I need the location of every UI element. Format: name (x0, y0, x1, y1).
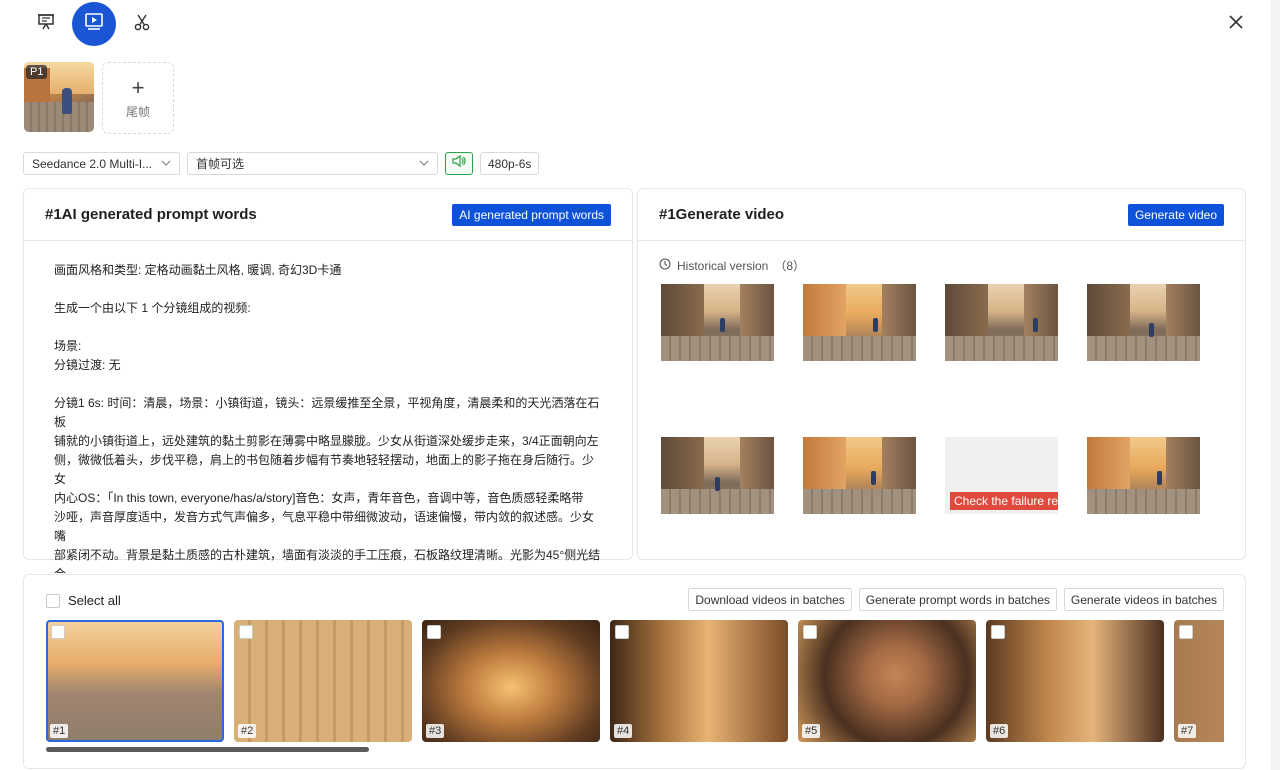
frame-badge: P1 (26, 65, 48, 79)
resolution-duration-tag[interactable]: 480p-6s (480, 152, 540, 175)
presentation-icon (36, 12, 56, 37)
shot-number: #7 (1178, 724, 1197, 738)
shot-card[interactable]: #3 (422, 620, 600, 742)
history-count: （8） (774, 259, 806, 273)
shot-strip: #1 #2 #3 #4 #5 #6 #7 (46, 620, 1224, 742)
history-video-5[interactable] (661, 437, 774, 514)
speaker-icon (451, 154, 467, 173)
shot-checkbox[interactable] (51, 625, 65, 639)
prompt-panel-title: #1AI generated prompt words (45, 206, 257, 223)
history-video-4[interactable] (1087, 284, 1200, 361)
ai-generate-prompt-button[interactable]: AI generated prompt words (452, 203, 611, 226)
checkbox[interactable] (46, 593, 60, 608)
shot-card[interactable]: #2 (234, 620, 412, 742)
mode-toolbar (24, 2, 164, 46)
select-all-checkbox[interactable]: Select all (46, 593, 121, 608)
generation-controls: Seedance 2.0 Multi-I... 首帧可选 480p-6s (23, 152, 540, 175)
select-all-label: Select all (68, 593, 121, 608)
shot-checkbox[interactable] (803, 625, 817, 639)
history-video-1[interactable] (661, 284, 774, 361)
history-video-8[interactable] (1087, 437, 1200, 514)
prompt-panel-header: #1AI generated prompt words AI generated… (24, 189, 632, 241)
generate-video-button[interactable]: Generate video (1127, 203, 1224, 226)
prompt-panel: #1AI generated prompt words AI generated… (23, 188, 633, 638)
shot-number: #1 (50, 724, 69, 738)
plus-icon: + (131, 74, 145, 100)
shot-card[interactable]: #7 (1174, 620, 1224, 742)
add-end-frame-label: 尾帧 (125, 104, 150, 119)
batch-panel: Select all Download videos in batches Ge… (23, 574, 1246, 769)
sound-toggle[interactable] (445, 152, 473, 175)
close-button[interactable] (1222, 10, 1250, 38)
generate-videos-batch-button[interactable]: Generate videos in batches (1063, 588, 1224, 611)
presentation-mode-button[interactable] (24, 2, 68, 46)
scissors-icon (132, 12, 152, 37)
shot-checkbox[interactable] (615, 625, 629, 639)
check-failure-reason-label[interactable]: Check the failure rea (950, 492, 1058, 510)
history-video-failed[interactable]: Check the failure rea (945, 437, 1058, 514)
shot-number: #6 (990, 724, 1009, 738)
video-panel-header: #1Generate video Generate video (638, 189, 1245, 241)
generate-prompts-batch-button[interactable]: Generate prompt words in batches (858, 588, 1057, 611)
first-frame-thumbnail[interactable]: P1 (24, 62, 94, 132)
history-video-3[interactable] (945, 284, 1058, 361)
history-video-6[interactable] (803, 437, 916, 514)
video-mode-button[interactable] (72, 2, 116, 46)
shot-card[interactable]: #1 (46, 620, 224, 742)
video-panel-title: #1Generate video (659, 206, 785, 223)
shot-card[interactable]: #4 (610, 620, 788, 742)
shot-number: #5 (802, 724, 821, 738)
chevron-down-icon (419, 158, 429, 169)
shot-number: #2 (238, 724, 257, 738)
shot-checkbox[interactable] (991, 625, 1005, 639)
frame-list: P1 + 尾帧 (24, 62, 174, 134)
first-frame-select[interactable]: 首帧可选 (187, 152, 438, 175)
chevron-down-icon (161, 158, 171, 169)
shot-number: #4 (614, 724, 633, 738)
shot-checkbox[interactable] (239, 625, 253, 639)
shot-checkbox[interactable] (427, 625, 441, 639)
app-root: P1 + 尾帧 Seedance 2.0 Multi-I... 首帧可选 480… (0, 0, 1280, 770)
download-videos-batch-button[interactable]: Download videos in batches (688, 588, 852, 611)
page-scrollbar[interactable] (1271, 0, 1280, 770)
clock-icon (659, 258, 671, 273)
shot-strip-scrollbar[interactable] (46, 747, 369, 752)
add-end-frame-button[interactable]: + 尾帧 (102, 62, 174, 134)
history-grid: Check the failure rea (661, 284, 1200, 514)
shot-card[interactable]: #6 (986, 620, 1164, 742)
history-header: Historical version （8） (638, 241, 1245, 274)
close-icon (1229, 14, 1243, 34)
monitor-play-icon (83, 11, 105, 38)
shot-number: #3 (426, 724, 445, 738)
first-frame-select-value: 首帧可选 (196, 157, 245, 171)
shot-checkbox[interactable] (1179, 625, 1193, 639)
cut-mode-button[interactable] (120, 2, 164, 46)
batch-actions: Download videos in batches Generate prom… (688, 588, 1224, 611)
history-video-2[interactable] (803, 284, 916, 361)
model-select[interactable]: Seedance 2.0 Multi-I... (23, 152, 180, 175)
model-select-value: Seedance 2.0 Multi-I... (32, 156, 153, 171)
shot-card[interactable]: #5 (798, 620, 976, 742)
video-panel: #1Generate video Generate video Historic… (637, 188, 1246, 560)
history-label: Historical version (677, 258, 769, 273)
